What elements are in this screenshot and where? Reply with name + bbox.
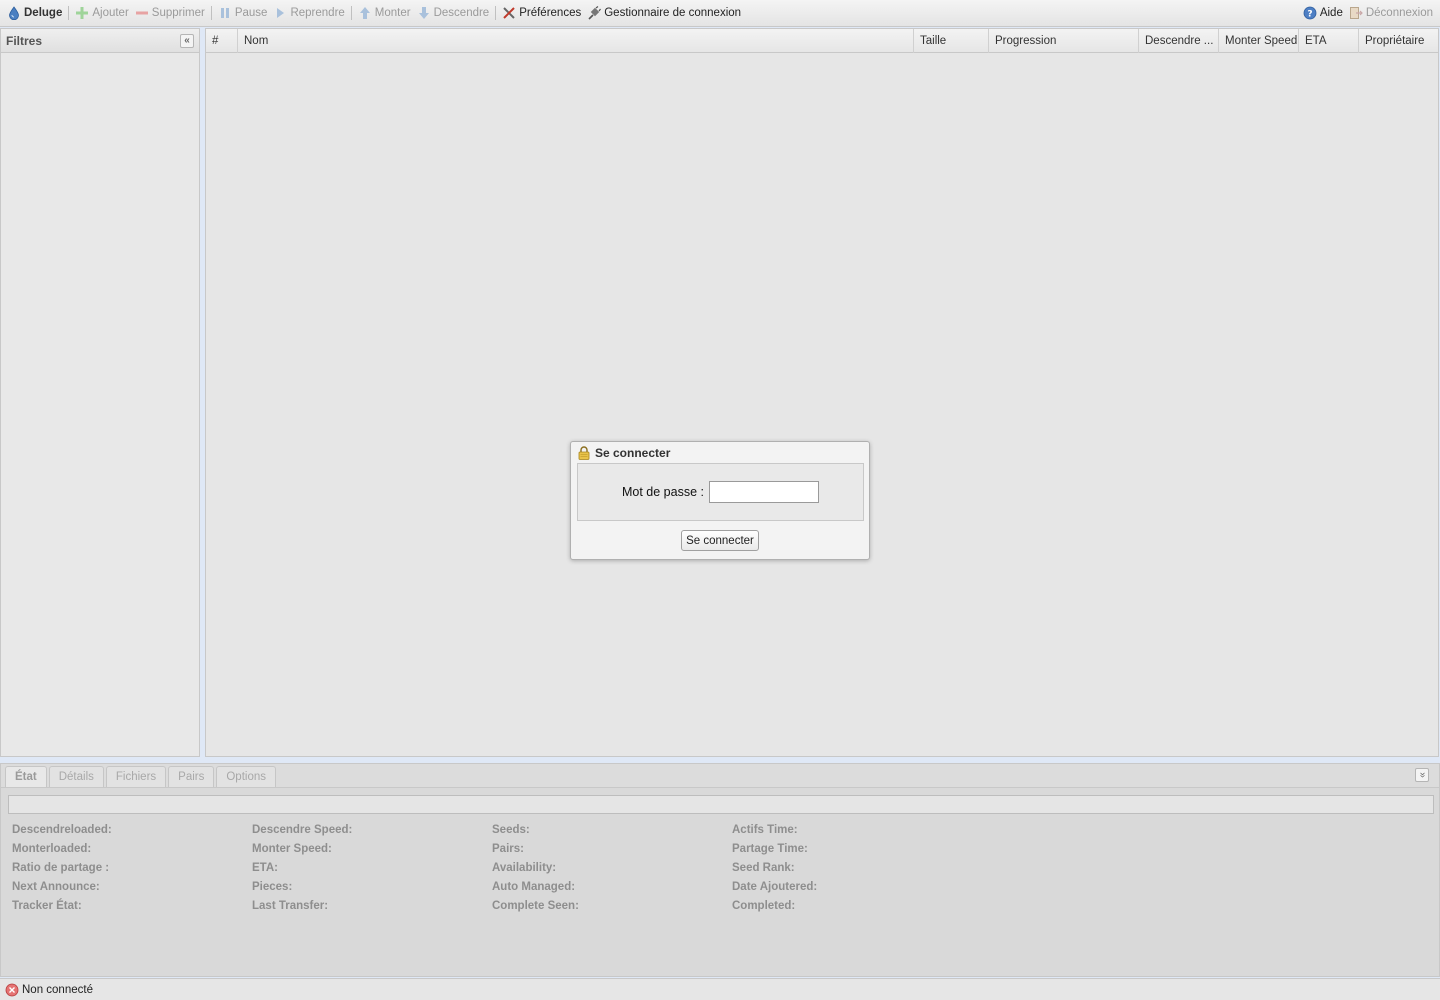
- login-button[interactable]: Se connecter: [681, 530, 759, 551]
- stat-next-announce: Next Announce:: [12, 881, 100, 893]
- minus-icon: [135, 6, 149, 20]
- tab-files[interactable]: Fichiers: [105, 766, 167, 787]
- logout-icon: [1349, 6, 1363, 20]
- stat-share-ratio: Ratio de partage :: [12, 862, 110, 874]
- login-dialog: Se connecter Mot de passe : Se connecter: [570, 441, 870, 560]
- stat-tracker-status: Tracker État:: [12, 900, 82, 912]
- column-header-eta[interactable]: ETA: [1299, 29, 1359, 53]
- stat-last-transfer: Last Transfer:: [252, 900, 329, 912]
- plug-icon: [587, 6, 602, 20]
- column-header-name[interactable]: Nom: [238, 29, 914, 53]
- stat-download-speed: Descendre Speed:: [252, 824, 353, 836]
- stat-downloaded: Descendreloaded:: [12, 824, 112, 836]
- stat-availability: Availability:: [492, 862, 557, 874]
- login-form: Mot de passe :: [577, 463, 864, 521]
- deluge-drop-icon: [7, 6, 21, 20]
- connection-status: Non connecté: [22, 983, 93, 996]
- stat-active-time: Actifs Time:: [732, 824, 798, 836]
- stats-column-3: Seeds: Pairs: Availability: Auto Managed…: [492, 824, 579, 919]
- resume-button[interactable]: Reprendre: [270, 2, 347, 24]
- column-header-owner[interactable]: Propriétaire: [1359, 29, 1438, 53]
- filters-header: Filtres «: [1, 29, 199, 53]
- grid-header: # Nom Taille Progression Descendre ... M…: [206, 29, 1438, 53]
- toolbar-separator: [350, 6, 352, 20]
- logout-button[interactable]: Déconnexion: [1346, 2, 1436, 24]
- stat-uploaded: Monterloaded:: [12, 843, 92, 855]
- stat-upload-speed: Monter Speed:: [252, 843, 332, 855]
- filters-panel: Filtres «: [0, 28, 200, 757]
- tab-peers[interactable]: Pairs: [168, 766, 215, 787]
- password-label: Mot de passe :: [622, 485, 704, 499]
- tab-details[interactable]: Détails: [48, 766, 104, 787]
- collapse-filters-button[interactable]: «: [180, 33, 194, 48]
- column-header-progress[interactable]: Progression: [989, 29, 1139, 53]
- remove-button[interactable]: Supprimer: [132, 2, 208, 24]
- move-up-button[interactable]: Monter: [355, 2, 414, 24]
- disconnected-icon: [5, 983, 19, 997]
- stat-seeding-time: Partage Time:: [732, 843, 808, 855]
- tab-options[interactable]: Options: [216, 766, 276, 787]
- help-button[interactable]: ? Aide: [1300, 2, 1346, 24]
- connection-manager-button[interactable]: Gestionnaire de connexion: [584, 2, 744, 24]
- toolbar-separator: [68, 6, 70, 20]
- details-tabs: État Détails Fichiers Pairs Options »: [1, 764, 1439, 788]
- toolbar-separator: [210, 6, 212, 20]
- double-chevron-down-icon: »: [1417, 772, 1428, 778]
- stat-completed: Completed:: [732, 900, 796, 912]
- lock-icon: [577, 445, 591, 460]
- svg-text:?: ?: [1307, 10, 1312, 20]
- play-icon: [273, 6, 287, 20]
- stat-seed-rank: Seed Rank:: [732, 862, 795, 874]
- stat-date-added: Date Ajoutered:: [732, 881, 818, 893]
- arrow-down-icon: [417, 6, 431, 20]
- password-input[interactable]: [709, 481, 819, 503]
- help-icon: ?: [1303, 6, 1317, 20]
- details-panel: État Détails Fichiers Pairs Options » De…: [0, 763, 1440, 977]
- stats-column-2: Descendre Speed: Monter Speed: ETA: Piec…: [252, 824, 352, 919]
- add-button[interactable]: Ajouter: [72, 2, 131, 24]
- preferences-button[interactable]: Préférences: [499, 2, 584, 24]
- plus-icon: [75, 6, 89, 20]
- stat-pieces: Pieces:: [252, 881, 293, 893]
- toolbar-separator: [495, 6, 497, 20]
- double-chevron-left-icon: «: [184, 34, 190, 46]
- deluge-brand: Deluge: [4, 2, 65, 24]
- pause-button[interactable]: Pause: [215, 2, 271, 24]
- filters-title: Filtres: [6, 33, 43, 48]
- torrent-grid: # Nom Taille Progression Descendre ... M…: [205, 28, 1439, 757]
- stat-peers: Pairs:: [492, 843, 524, 855]
- move-down-button[interactable]: Descendre: [414, 2, 493, 24]
- column-header-upload-speed[interactable]: Monter Speed: [1219, 29, 1299, 53]
- stat-seeds: Seeds:: [492, 824, 530, 836]
- collapse-details-button[interactable]: »: [1415, 768, 1429, 782]
- stat-complete-seen: Complete Seen:: [492, 900, 579, 912]
- stats-column-1: Descendreloaded: Monterloaded: Ratio de …: [12, 824, 112, 919]
- tools-icon: [502, 6, 516, 20]
- login-dialog-header: Se connecter: [571, 442, 869, 463]
- toolbar: Deluge Ajouter Supprimer Pause Reprendre…: [0, 0, 1440, 27]
- status-bar: Non connecté: [0, 978, 1440, 1000]
- tab-status[interactable]: État: [5, 766, 47, 787]
- stats-column-4: Actifs Time: Partage Time: Seed Rank: Da…: [732, 824, 817, 919]
- pause-icon: [218, 6, 232, 20]
- login-dialog-title: Se connecter: [595, 445, 671, 460]
- torrent-progress-bar: [8, 795, 1434, 814]
- column-header-size[interactable]: Taille: [914, 29, 989, 53]
- arrow-up-icon: [358, 6, 372, 20]
- column-header-number[interactable]: #: [206, 29, 238, 53]
- stat-eta: ETA:: [252, 862, 278, 874]
- stat-auto-managed: Auto Managed:: [492, 881, 576, 893]
- column-header-download-speed[interactable]: Descendre ...: [1139, 29, 1219, 53]
